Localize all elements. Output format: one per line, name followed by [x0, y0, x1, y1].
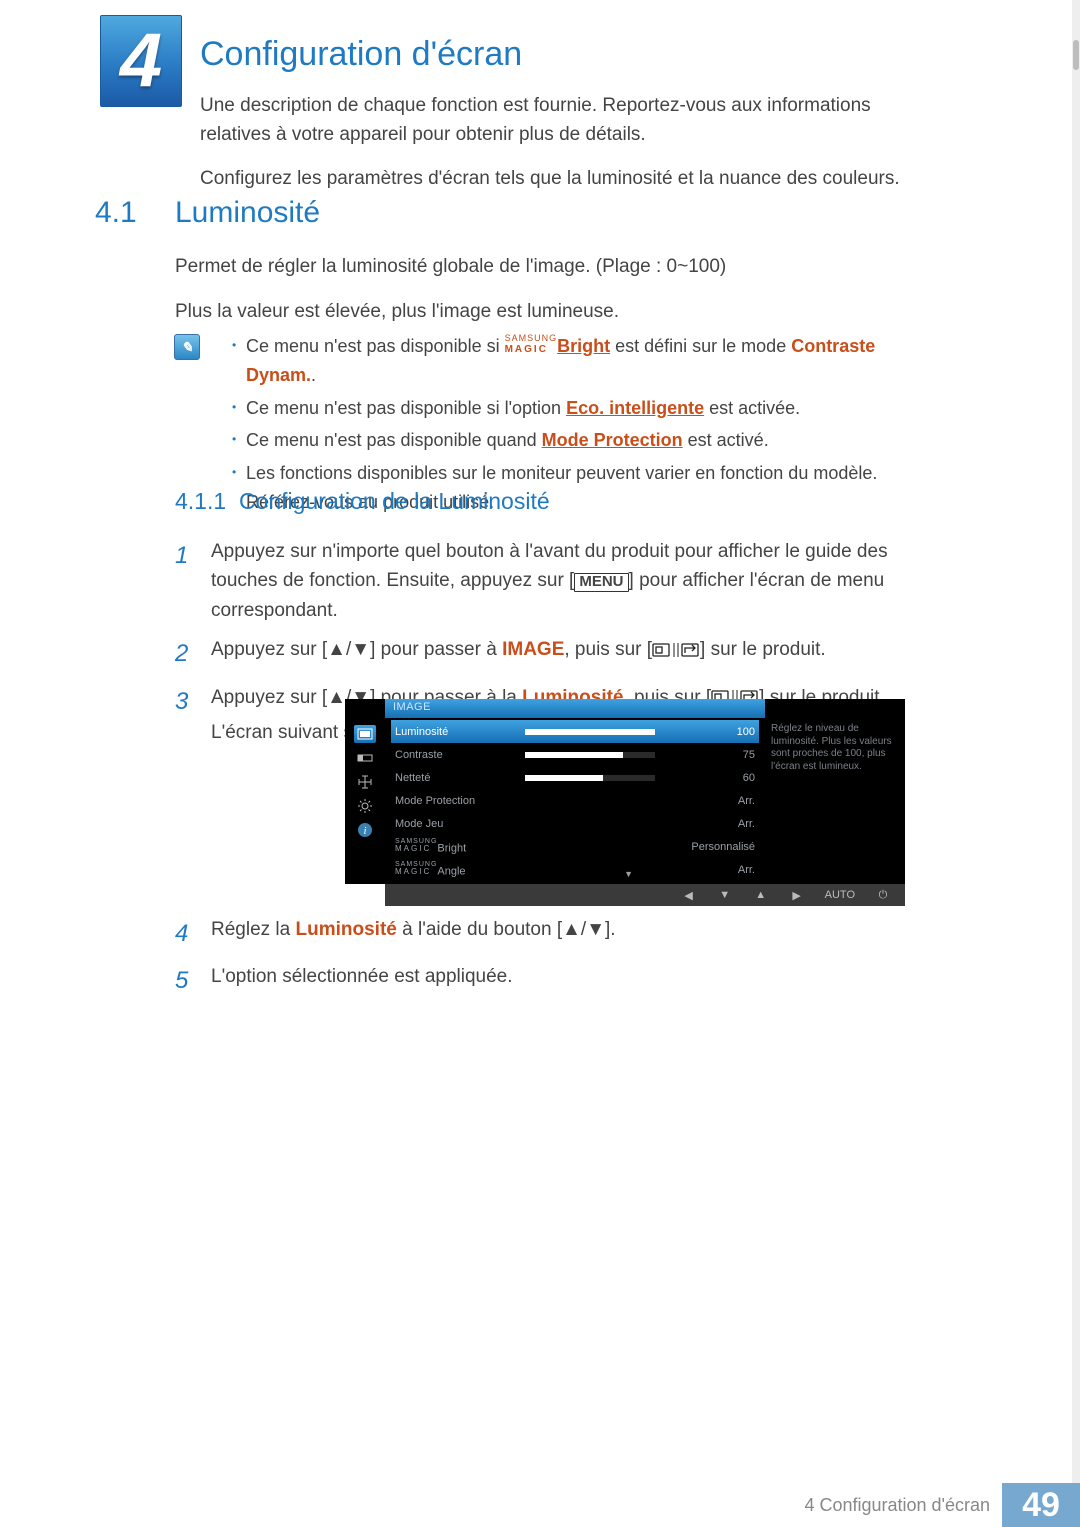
osd-header: IMAGE: [385, 699, 765, 718]
chapter-badge: 4: [100, 15, 182, 107]
link-mode-protection: Mode Protection: [542, 430, 683, 450]
source-enter-icon: [652, 641, 700, 659]
step-5: 5 L'option sélectionnée est appliquée.: [175, 962, 920, 999]
nav-auto-label: AUTO: [825, 889, 855, 901]
nav-right-icon: ▶: [789, 889, 805, 902]
note-item-2: Ce menu n'est pas disponible si l'option…: [232, 394, 929, 423]
osd-row-label: Mode Jeu: [395, 818, 525, 830]
osd-row-value: 75: [665, 749, 755, 761]
chapter-intro: Une description de chaque fonction est f…: [200, 92, 920, 210]
osd-slider: [525, 729, 655, 735]
osd-row: Contraste 75: [391, 743, 759, 766]
section-number: 4.1: [95, 196, 137, 230]
scrollbar[interactable]: [1072, 0, 1080, 1527]
osd-nav-bar: ◀ ▼ ▲ ▶ AUTO ⏻: [345, 884, 905, 906]
svg-text:i: i: [363, 825, 366, 837]
osd-row-label: SAMSUNGMAGICAngle: [395, 862, 525, 878]
osd-row-value: Arr.: [665, 818, 755, 830]
osd-icon-color: [354, 749, 376, 767]
nav-down-icon: ▼: [717, 889, 733, 901]
link-eco-intelligente: Eco. intelligente: [566, 398, 704, 418]
scrollbar-thumb[interactable]: [1073, 40, 1079, 70]
osd-sidebar: i: [345, 699, 385, 884]
osd-row-value: Personnalisé: [665, 841, 755, 853]
note-item-3: Ce menu n'est pas disponible quand Mode …: [232, 426, 929, 455]
osd-row-label: Netteté: [395, 772, 525, 784]
section-title: Luminosité: [175, 196, 320, 230]
osd-row-value: 60: [665, 772, 755, 784]
osd-row-label: Contraste: [395, 749, 525, 761]
nav-up-icon: ▲: [753, 889, 769, 901]
osd-help-text: Réglez le niveau de luminosité. Plus les…: [765, 699, 905, 884]
osd-row: SAMSUNGMAGICAngle Arr.: [391, 858, 759, 881]
section41-p1: Permet de régler la luminosité globale d…: [175, 253, 920, 282]
section41-p2: Plus la valeur est élevée, plus l'image …: [175, 298, 920, 327]
osd-scroll-indicator: ▼: [624, 869, 633, 879]
osd-slider: [525, 752, 655, 758]
osd-row: Mode Protection Arr.: [391, 789, 759, 812]
osd-icon-settings: [354, 797, 376, 815]
osd-slider: [525, 775, 655, 781]
osd-row: Netteté 60: [391, 766, 759, 789]
section-body: Permet de régler la luminosité globale d…: [175, 253, 920, 342]
page-footer: 4 Configuration d'écran 49: [0, 1483, 1080, 1527]
note-item-1: Ce menu n'est pas disponible si SAMSUNGM…: [232, 332, 929, 390]
osd-row: Luminosité 100: [391, 720, 759, 743]
intro-paragraph-1: Une description de chaque fonction est f…: [200, 92, 920, 149]
footer-chapter-label: 4 Configuration d'écran: [804, 1483, 1002, 1527]
nav-left-icon: ◀: [681, 889, 697, 902]
nav-power-icon: ⏻: [875, 889, 891, 902]
osd-row: Mode Jeu Arr.: [391, 812, 759, 835]
osd-row-label: SAMSUNGMAGICBright: [395, 839, 525, 855]
osd-screenshot: i IMAGE Luminosité 100 Contraste 75 Netteté 6…: [345, 699, 905, 884]
menu-key-icon: MENU: [574, 573, 628, 592]
osd-row-value: 100: [665, 726, 755, 738]
subsection-heading: 4.1.1 Configuration de la Luminosité: [175, 488, 920, 515]
step-1: 1 Appuyez sur n'importe quel bouton à l'…: [175, 537, 920, 625]
chapter-title: Configuration d'écran: [200, 35, 522, 74]
osd-row-value: Arr.: [665, 795, 755, 807]
samsung-magic-label: SAMSUNGMAGIC: [505, 335, 558, 358]
osd-main-panel: IMAGE Luminosité 100 Contraste 75 Netteté 60 M…: [385, 699, 765, 884]
intro-paragraph-2: Configurez les paramètres d'écran tels q…: [200, 165, 920, 194]
chapter-number: 4: [120, 23, 162, 99]
osd-row-label: Luminosité: [395, 726, 525, 738]
note-icon: ✎: [174, 334, 200, 360]
footer-page-number: 49: [1002, 1483, 1080, 1527]
osd-row-label: Mode Protection: [395, 795, 525, 807]
osd-row-value: Arr.: [665, 864, 755, 876]
steps-list-cont: 4 Réglez la Luminosité à l'aide du bouto…: [175, 915, 920, 1009]
step-4: 4 Réglez la Luminosité à l'aide du bouto…: [175, 915, 920, 952]
step-2: 2 Appuyez sur [▲/▼] pour passer à IMAGE,…: [175, 635, 920, 672]
osd-row: SAMSUNGMAGICBright Personnalisé: [391, 835, 759, 858]
osd-icon-size: [354, 773, 376, 791]
osd-icon-picture: [354, 725, 376, 743]
osd-icon-info: i: [354, 821, 376, 839]
